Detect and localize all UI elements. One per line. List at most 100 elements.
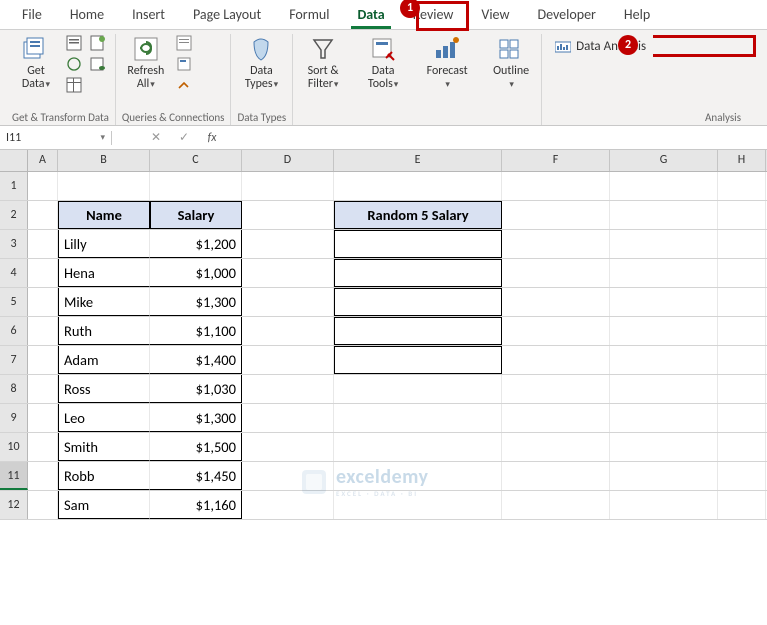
cell-H6[interactable]	[718, 317, 766, 345]
col-header-D[interactable]: D	[242, 150, 334, 171]
row-header-3[interactable]: 3	[0, 230, 28, 258]
cancel-formula-icon[interactable]: ✕	[142, 130, 170, 145]
cell-A10[interactable]	[28, 433, 58, 461]
cell-D3[interactable]	[242, 230, 334, 258]
from-web-icon[interactable]	[64, 55, 84, 73]
cell-H8[interactable]	[718, 375, 766, 403]
cell-A4[interactable]	[28, 259, 58, 287]
cell-A7[interactable]	[28, 346, 58, 374]
queries-icon[interactable]	[174, 34, 194, 52]
cell-H7[interactable]	[718, 346, 766, 374]
cell-B5[interactable]: Mike	[58, 288, 150, 316]
cell-H12[interactable]	[718, 491, 766, 519]
cell-F9[interactable]	[502, 404, 610, 432]
cell-B11[interactable]: Robb	[58, 462, 150, 490]
cell-E4[interactable]	[334, 259, 502, 287]
tab-formul[interactable]: Formul	[275, 1, 343, 28]
cell-E10[interactable]	[334, 433, 502, 461]
row-header-9[interactable]: 9	[0, 404, 28, 432]
cell-F4[interactable]	[502, 259, 610, 287]
get-data-button[interactable]: GetData▾	[12, 34, 60, 91]
row-header-4[interactable]: 4	[0, 259, 28, 287]
select-all-corner[interactable]	[0, 150, 28, 171]
cell-B1[interactable]	[58, 172, 150, 200]
cell-A9[interactable]	[28, 404, 58, 432]
cell-B9[interactable]: Leo	[58, 404, 150, 432]
cell-A8[interactable]	[28, 375, 58, 403]
cell-A1[interactable]	[28, 172, 58, 200]
cell-C10[interactable]: $1,500	[150, 433, 242, 461]
col-header-C[interactable]: C	[150, 150, 242, 171]
cell-E11[interactable]	[334, 462, 502, 490]
cell-C5[interactable]: $1,300	[150, 288, 242, 316]
data-tools-button[interactable]: DataTools▾	[359, 34, 407, 91]
cell-G6[interactable]	[610, 317, 718, 345]
cell-D11[interactable]	[242, 462, 334, 490]
existing-conn-icon[interactable]	[88, 55, 108, 73]
cell-G12[interactable]	[610, 491, 718, 519]
cell-G9[interactable]	[610, 404, 718, 432]
refresh-all-button[interactable]: RefreshAll▾	[122, 34, 170, 91]
edit-links-icon[interactable]	[174, 76, 194, 94]
row-header-6[interactable]: 6	[0, 317, 28, 345]
cell-B6[interactable]: Ruth	[58, 317, 150, 345]
cell-H2[interactable]	[718, 201, 766, 229]
row-header-7[interactable]: 7	[0, 346, 28, 374]
row-header-10[interactable]: 10	[0, 433, 28, 461]
tab-data[interactable]: Data	[343, 1, 398, 28]
cell-F10[interactable]	[502, 433, 610, 461]
cell-C8[interactable]: $1,030	[150, 375, 242, 403]
cell-D5[interactable]	[242, 288, 334, 316]
cell-D9[interactable]	[242, 404, 334, 432]
cell-F6[interactable]	[502, 317, 610, 345]
cell-G2[interactable]	[610, 201, 718, 229]
col-header-F[interactable]: F	[502, 150, 610, 171]
cell-F1[interactable]	[502, 172, 610, 200]
cell-C2[interactable]: Salary	[150, 201, 242, 229]
cell-H1[interactable]	[718, 172, 766, 200]
cell-G7[interactable]	[610, 346, 718, 374]
col-header-G[interactable]: G	[610, 150, 718, 171]
recent-sources-icon[interactable]	[88, 34, 108, 52]
col-header-H[interactable]: H	[718, 150, 766, 171]
insert-function-icon[interactable]: fx	[198, 131, 226, 145]
cell-C6[interactable]: $1,100	[150, 317, 242, 345]
cell-E2[interactable]: Random 5 Salary	[334, 201, 502, 229]
cell-E6[interactable]	[334, 317, 502, 345]
cell-G4[interactable]	[610, 259, 718, 287]
cell-G8[interactable]	[610, 375, 718, 403]
cell-A3[interactable]	[28, 230, 58, 258]
cell-E3[interactable]	[334, 230, 502, 258]
outline-button[interactable]: Outline▾	[487, 34, 535, 91]
tab-view[interactable]: View	[467, 1, 523, 28]
tab-insert[interactable]: Insert	[118, 1, 179, 28]
cell-E12[interactable]	[334, 491, 502, 519]
sort-filter-button[interactable]: Sort &Filter▾	[299, 34, 347, 91]
name-box[interactable]: I11▾	[0, 131, 112, 145]
cell-C1[interactable]	[150, 172, 242, 200]
cell-E5[interactable]	[334, 288, 502, 316]
cell-C3[interactable]: $1,200	[150, 230, 242, 258]
col-header-B[interactable]: B	[58, 150, 150, 171]
cell-F8[interactable]	[502, 375, 610, 403]
cell-E8[interactable]	[334, 375, 502, 403]
cell-B3[interactable]: Lilly	[58, 230, 150, 258]
row-header-12[interactable]: 12	[0, 491, 28, 519]
cell-D7[interactable]	[242, 346, 334, 374]
from-text-csv-icon[interactable]	[64, 34, 84, 52]
cell-A5[interactable]	[28, 288, 58, 316]
cell-G11[interactable]	[610, 462, 718, 490]
cell-B10[interactable]: Smith	[58, 433, 150, 461]
cell-F7[interactable]	[502, 346, 610, 374]
cell-D10[interactable]	[242, 433, 334, 461]
tab-page-layout[interactable]: Page Layout	[179, 1, 275, 28]
row-header-11[interactable]: 11	[0, 462, 28, 490]
col-header-E[interactable]: E	[334, 150, 502, 171]
cell-D6[interactable]	[242, 317, 334, 345]
cell-C4[interactable]: $1,000	[150, 259, 242, 287]
enter-formula-icon[interactable]: ✓	[170, 130, 198, 145]
cell-B2[interactable]: Name	[58, 201, 150, 229]
cell-A6[interactable]	[28, 317, 58, 345]
row-header-5[interactable]: 5	[0, 288, 28, 316]
row-header-1[interactable]: 1	[0, 172, 28, 200]
